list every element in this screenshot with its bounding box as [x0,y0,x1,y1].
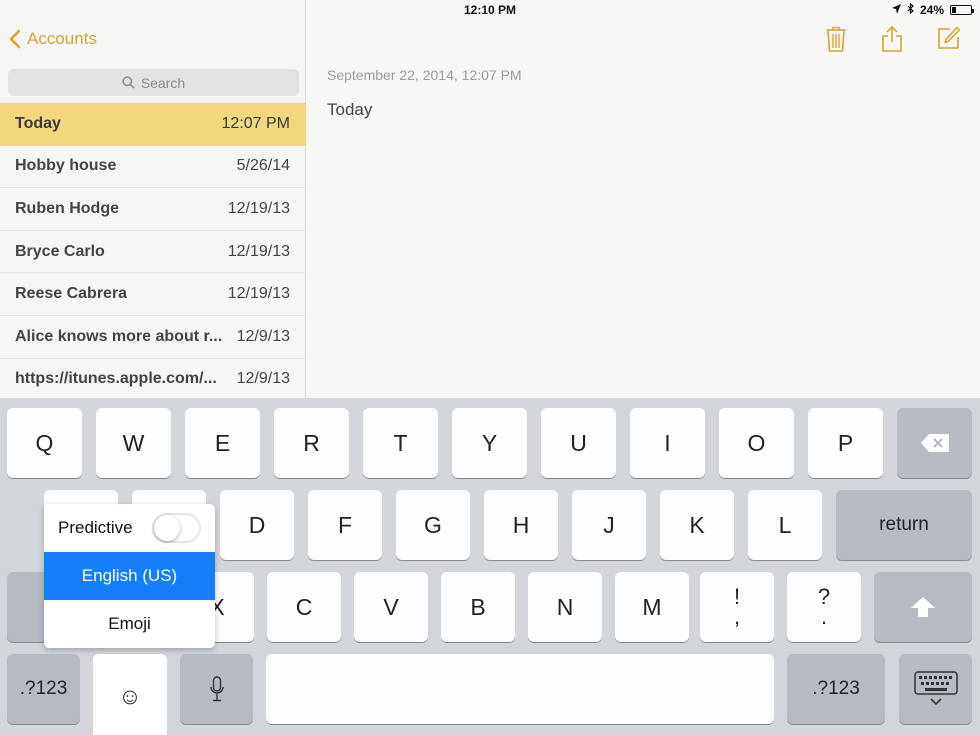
key-t[interactable]: T [363,408,438,478]
key-d[interactable]: D [220,490,294,560]
note-list-item[interactable]: Bryce Carlo 12/19/13 [0,231,306,274]
note-editor: September 22, 2014, 12:07 PM Today [307,0,980,400]
note-timestamp: September 22, 2014, 12:07 PM [327,67,522,83]
dictation-key[interactable] [180,654,253,724]
hide-keyboard-key[interactable] [899,654,972,724]
delete-key[interactable] [897,408,972,478]
predictive-row: Predictive [44,504,215,552]
key-punct-labels: !, [733,584,741,629]
note-list-item[interactable]: Alice knows more about r... 12/9/13 [0,316,306,359]
note-date: 12/9/13 [236,370,290,388]
note-list-item[interactable]: Ruben Hodge 12/19/13 [0,188,306,231]
note-date: 12/19/13 [227,285,290,303]
right-shift-key[interactable] [874,572,972,642]
note-title: Reese Cabrera [15,285,128,303]
space-bar[interactable] [266,654,774,724]
note-list-item[interactable]: https://itunes.apple.com/... 12/9/13 [0,359,306,402]
key-u[interactable]: U [541,408,616,478]
key-exclaim-comma[interactable]: !, [700,572,774,642]
backspace-icon [920,434,949,452]
share-icon[interactable] [881,25,903,57]
key-j[interactable]: J [572,490,646,560]
key-h[interactable]: H [484,490,558,560]
search-field[interactable]: Search [8,69,299,96]
predictive-label: Predictive [58,518,133,537]
option-emoji[interactable]: Emoji [44,600,215,648]
note-date: 12/9/13 [236,327,290,345]
chevron-left-icon [9,29,21,49]
key-o[interactable]: O [719,408,794,478]
note-list-item[interactable]: Reese Cabrera 12/19/13 [0,273,306,316]
shift-icon [911,597,935,617]
keyboard-dismiss-icon [913,671,958,706]
key-p[interactable]: P [808,408,883,478]
key-question-period[interactable]: ?. [787,572,861,642]
key-y[interactable]: Y [452,408,527,478]
note-title: Alice knows more about r... [15,327,223,345]
accounts-back-button[interactable]: Accounts [9,29,97,49]
key-l[interactable]: L [748,490,822,560]
note-title: https://itunes.apple.com/... [15,370,217,388]
note-body-text[interactable]: Today [327,100,372,120]
key-q[interactable]: Q [7,408,82,478]
back-label: Accounts [27,29,97,48]
option-english[interactable]: English (US) [44,552,215,600]
key-i[interactable]: I [630,408,705,478]
trash-icon[interactable] [825,26,847,57]
emoji-icon: ☺ [118,683,142,709]
note-date: 12/19/13 [227,199,290,217]
note-date: 12:07 PM [221,115,290,133]
note-title: Ruben Hodge [15,199,119,217]
note-list-item[interactable]: Hobby house 5/26/14 [0,146,306,189]
search-icon [122,76,135,89]
return-key[interactable]: return [836,490,972,560]
microphone-icon [209,676,224,702]
predictive-toggle[interactable] [152,513,201,543]
search-placeholder: Search [140,74,186,91]
key-m[interactable]: M [615,572,689,642]
compose-icon[interactable] [937,26,961,55]
key-v[interactable]: V [354,572,428,642]
note-title: Bryce Carlo [15,242,105,260]
key-c[interactable]: C [267,572,341,642]
numbers-key-right[interactable]: .?123 [787,654,885,724]
key-g[interactable]: G [396,490,470,560]
note-list-item[interactable]: Today 12:07 PM [0,103,306,146]
key-f[interactable]: F [308,490,382,560]
emoji-key[interactable]: ☺ [93,654,167,735]
note-title: Hobby house [15,157,117,175]
note-title: Today [15,115,61,133]
key-b[interactable]: B [441,572,515,642]
key-e[interactable]: E [185,408,260,478]
keyboard-switch-popup: Predictive English (US) Emoji [44,504,215,648]
key-r[interactable]: R [274,408,349,478]
key-n[interactable]: N [528,572,602,642]
notes-list: Today 12:07 PM Hobby house 5/26/14 Ruben Hod… [0,103,306,402]
notes-sidebar: Accounts Search Today 12:07 PM Hobby house… [0,0,306,402]
key-k[interactable]: K [660,490,734,560]
numbers-key-left[interactable]: .?123 [7,654,80,724]
key-punct-labels: ?. [817,584,831,629]
key-w[interactable]: W [96,408,171,478]
note-date: 5/26/14 [236,157,290,175]
note-date: 12/19/13 [227,242,290,260]
